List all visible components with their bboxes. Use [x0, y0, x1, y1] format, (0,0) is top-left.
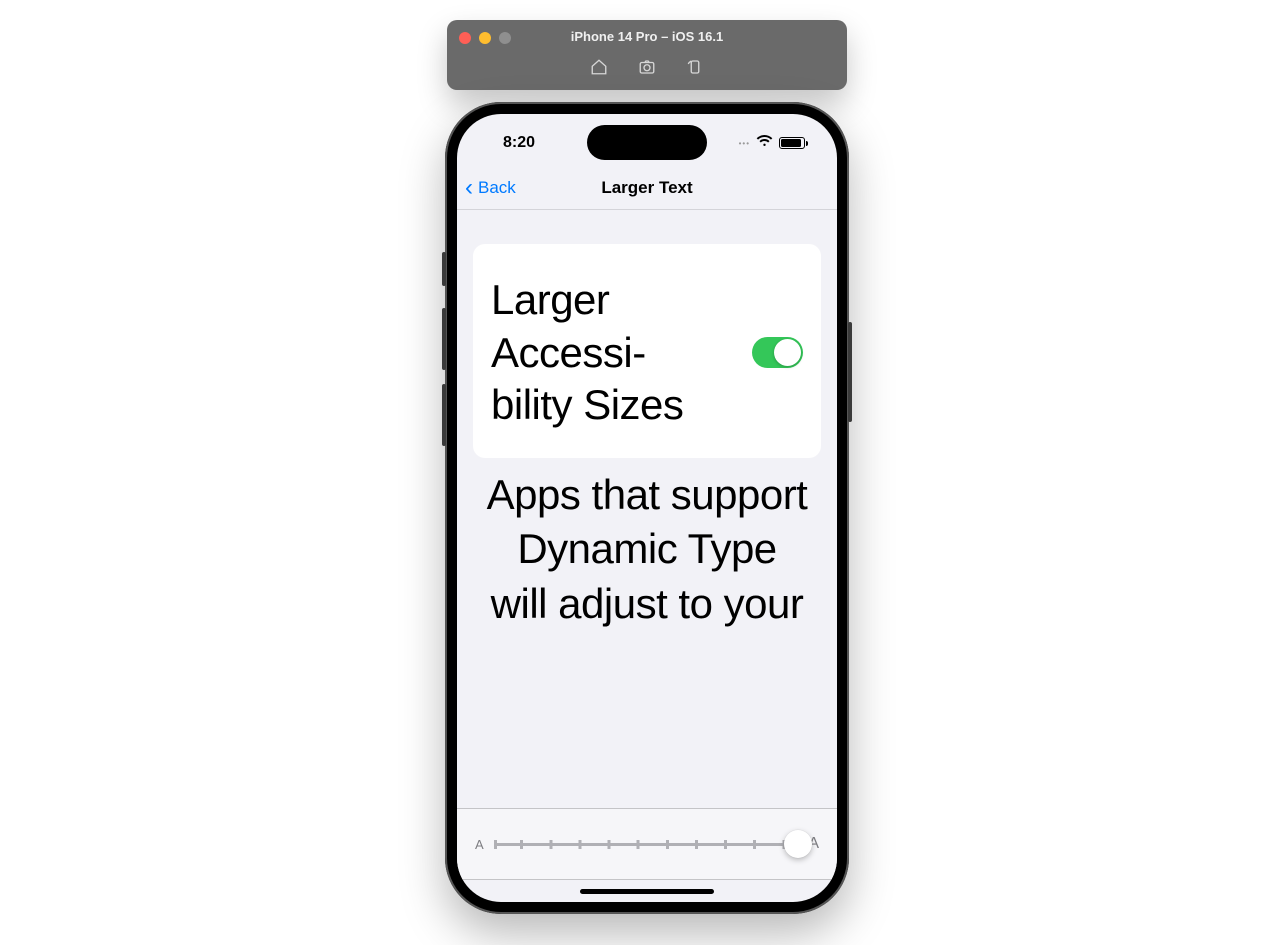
status-time: 8:20 [503, 134, 535, 152]
settings-footer-text: Apps that support Dynamic Type will adju… [485, 468, 809, 632]
screenshot-icon[interactable] [638, 58, 656, 76]
text-size-slider[interactable] [494, 843, 799, 846]
chevron-left-icon: ‹ [465, 176, 473, 200]
cellular-icon: ••• [739, 139, 750, 148]
silence-switch [442, 252, 446, 286]
accessibility-sizes-row: Larger Accessi­bility Sizes [473, 244, 821, 458]
text-size-min-label: A [475, 837, 484, 852]
simulator-title: iPhone 14 Pro – iOS 16.1 [447, 29, 847, 44]
back-button-label: Back [478, 178, 516, 198]
wifi-icon [756, 134, 773, 152]
battery-icon [779, 137, 805, 149]
volume-up-button [442, 308, 446, 370]
device-frame: 8:20 ••• ‹ Back Larger Text Larger Acces… [445, 102, 849, 914]
volume-down-button [442, 384, 446, 446]
settings-content: Larger Accessi­bility Sizes Apps that su… [457, 210, 837, 902]
back-button[interactable]: ‹ Back [457, 176, 516, 200]
text-size-slider-bar: A A [457, 808, 837, 880]
navigation-bar: ‹ Back Larger Text [457, 166, 837, 210]
rotate-icon[interactable] [686, 58, 704, 76]
device-screen: 8:20 ••• ‹ Back Larger Text Larger Acces… [457, 114, 837, 902]
simulator-titlebar: iPhone 14 Pro – iOS 16.1 [447, 20, 847, 90]
power-button [848, 322, 852, 422]
status-indicators: ••• [739, 134, 805, 152]
home-indicator[interactable] [580, 889, 714, 894]
simulator-toolbar [447, 58, 847, 76]
home-icon[interactable] [590, 58, 608, 76]
accessibility-sizes-toggle[interactable] [752, 337, 803, 368]
dynamic-island [587, 125, 707, 160]
accessibility-sizes-label: Larger Accessi­bility Sizes [491, 274, 711, 432]
slider-thumb[interactable] [784, 830, 812, 858]
